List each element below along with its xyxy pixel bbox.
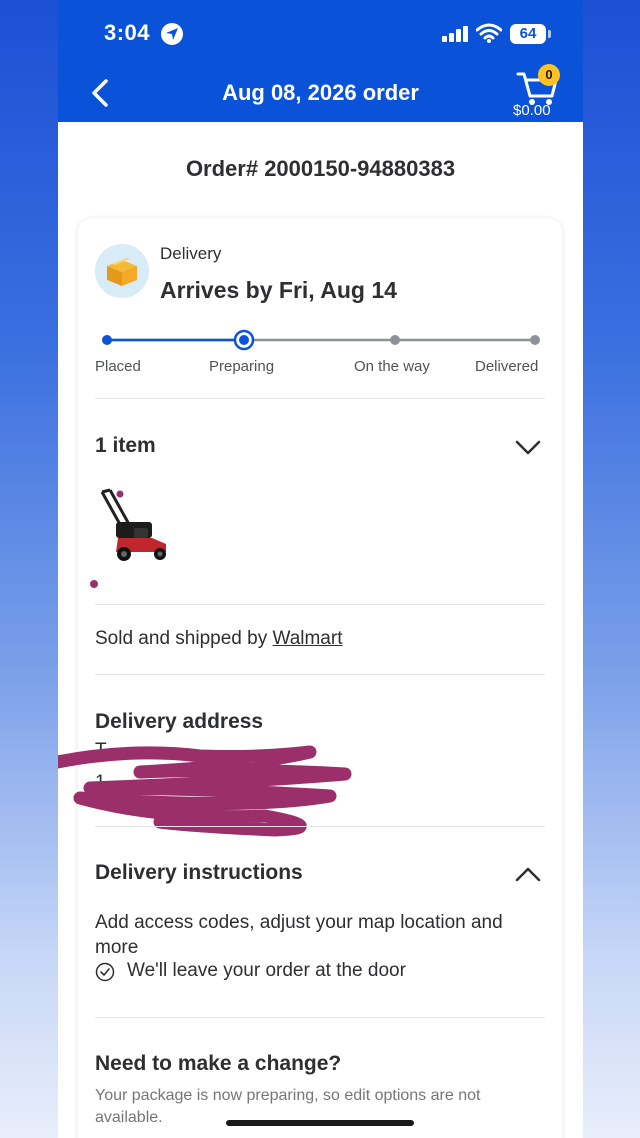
check-circle-icon [95, 962, 115, 982]
items-count[interactable]: 1 item [95, 434, 156, 458]
divider [95, 398, 545, 399]
app-header: 3:04 64 Aug 08, 2026 order 0 $0.00 [58, 0, 583, 122]
tracker-step-dot [530, 335, 540, 345]
phone-screen: 3:04 64 Aug 08, 2026 order 0 $0.00 Order… [58, 0, 583, 1138]
battery-icon: 64 [510, 24, 546, 44]
delivery-type: Delivery [160, 244, 222, 263]
change-heading: Need to make a change? [95, 1052, 342, 1075]
status-time: 3:04 [104, 20, 151, 45]
location-arrow-icon [161, 23, 183, 45]
lawn-mower-image[interactable] [94, 486, 178, 570]
seller-prefix: Sold and shipped by [95, 628, 273, 649]
package-icon [95, 244, 149, 298]
redaction-scribble [58, 745, 352, 837]
delivery-address-heading: Delivery address [95, 710, 264, 733]
cart-count-badge: 0 [538, 64, 560, 86]
chevron-down-icon[interactable] [512, 436, 544, 460]
page-title: Aug 08, 2026 order [222, 80, 419, 105]
divider [95, 674, 545, 675]
drop-off-note: We'll leave your order at the door [127, 960, 406, 981]
step-label-placed: Placed [95, 358, 141, 375]
arrival-date: Arrives by Fri, Aug 14 [160, 277, 397, 303]
tracker-current-dot [239, 335, 249, 345]
step-label-preparing: Preparing [209, 358, 275, 375]
step-label-on-the-way: On the way [354, 358, 430, 375]
annotation-dot [90, 580, 98, 588]
home-indicator[interactable] [226, 1120, 414, 1126]
tracker-step-dot [102, 335, 112, 345]
progress-tracker [102, 329, 540, 351]
cellular-signal-icon [442, 26, 468, 42]
tracker-step-dot [390, 335, 400, 345]
chevron-up-icon[interactable] [512, 862, 544, 886]
seller-info: Sold and shipped by Walmart [95, 628, 343, 650]
battery-tip [548, 30, 551, 38]
step-label-delivered: Delivered [475, 358, 539, 375]
seller-link[interactable]: Walmart [272, 628, 342, 649]
divider [95, 1017, 545, 1018]
divider [95, 604, 545, 605]
divider [95, 826, 545, 827]
instructions-link[interactable]: Add access codes, adjust your map locati… [95, 910, 515, 960]
delivery-instructions-heading: Delivery instructions [95, 861, 303, 884]
wifi-icon [476, 23, 502, 43]
cart-total: $0.00 [513, 102, 551, 119]
order-number: Order# 2000150-94880383 [185, 156, 456, 181]
order-details-card [78, 218, 562, 1138]
